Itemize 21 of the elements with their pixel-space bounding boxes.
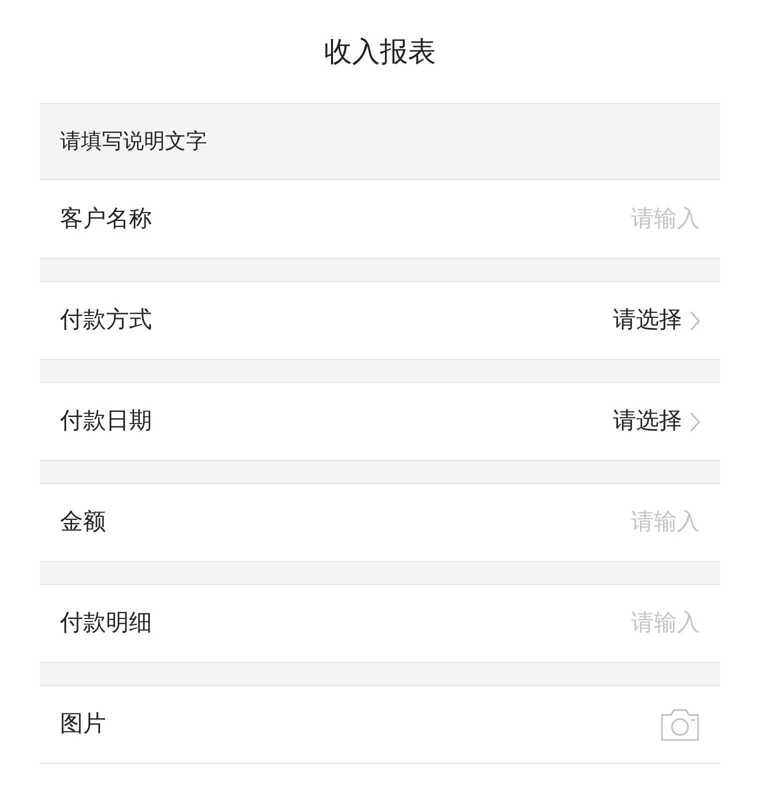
field-label: 付款明细 — [60, 609, 152, 638]
field-label: 金额 — [60, 508, 106, 538]
form-row[interactable]: 图片 — [40, 685, 720, 764]
select-value[interactable]: 请选择 — [613, 404, 682, 439]
camera-icon[interactable] — [660, 708, 700, 742]
field-label: 图片 — [60, 710, 106, 740]
form-row[interactable]: 金额 请输入 — [40, 483, 720, 562]
input-field[interactable]: 请输入 — [500, 202, 700, 236]
field-label: 客户名称 — [60, 204, 152, 234]
page-title: 收入报表 — [324, 38, 436, 66]
form-row[interactable]: 付款明细 请输入 — [40, 584, 720, 663]
field-label: 付款日期 — [60, 407, 152, 436]
chevron-right-icon — [690, 310, 700, 330]
select-value[interactable]: 请选择 — [613, 303, 682, 338]
form-row[interactable]: 付款方式 请选择 — [40, 281, 720, 360]
description-text: 请填写说明文字 — [60, 128, 207, 155]
field-label: 付款方式 — [60, 306, 152, 336]
input-field[interactable]: 请输入 — [500, 606, 700, 641]
form-row[interactable]: 付款日期 请选择 — [40, 382, 720, 461]
input-field[interactable]: 请输入 — [500, 505, 700, 540]
chevron-right-icon — [690, 412, 700, 432]
